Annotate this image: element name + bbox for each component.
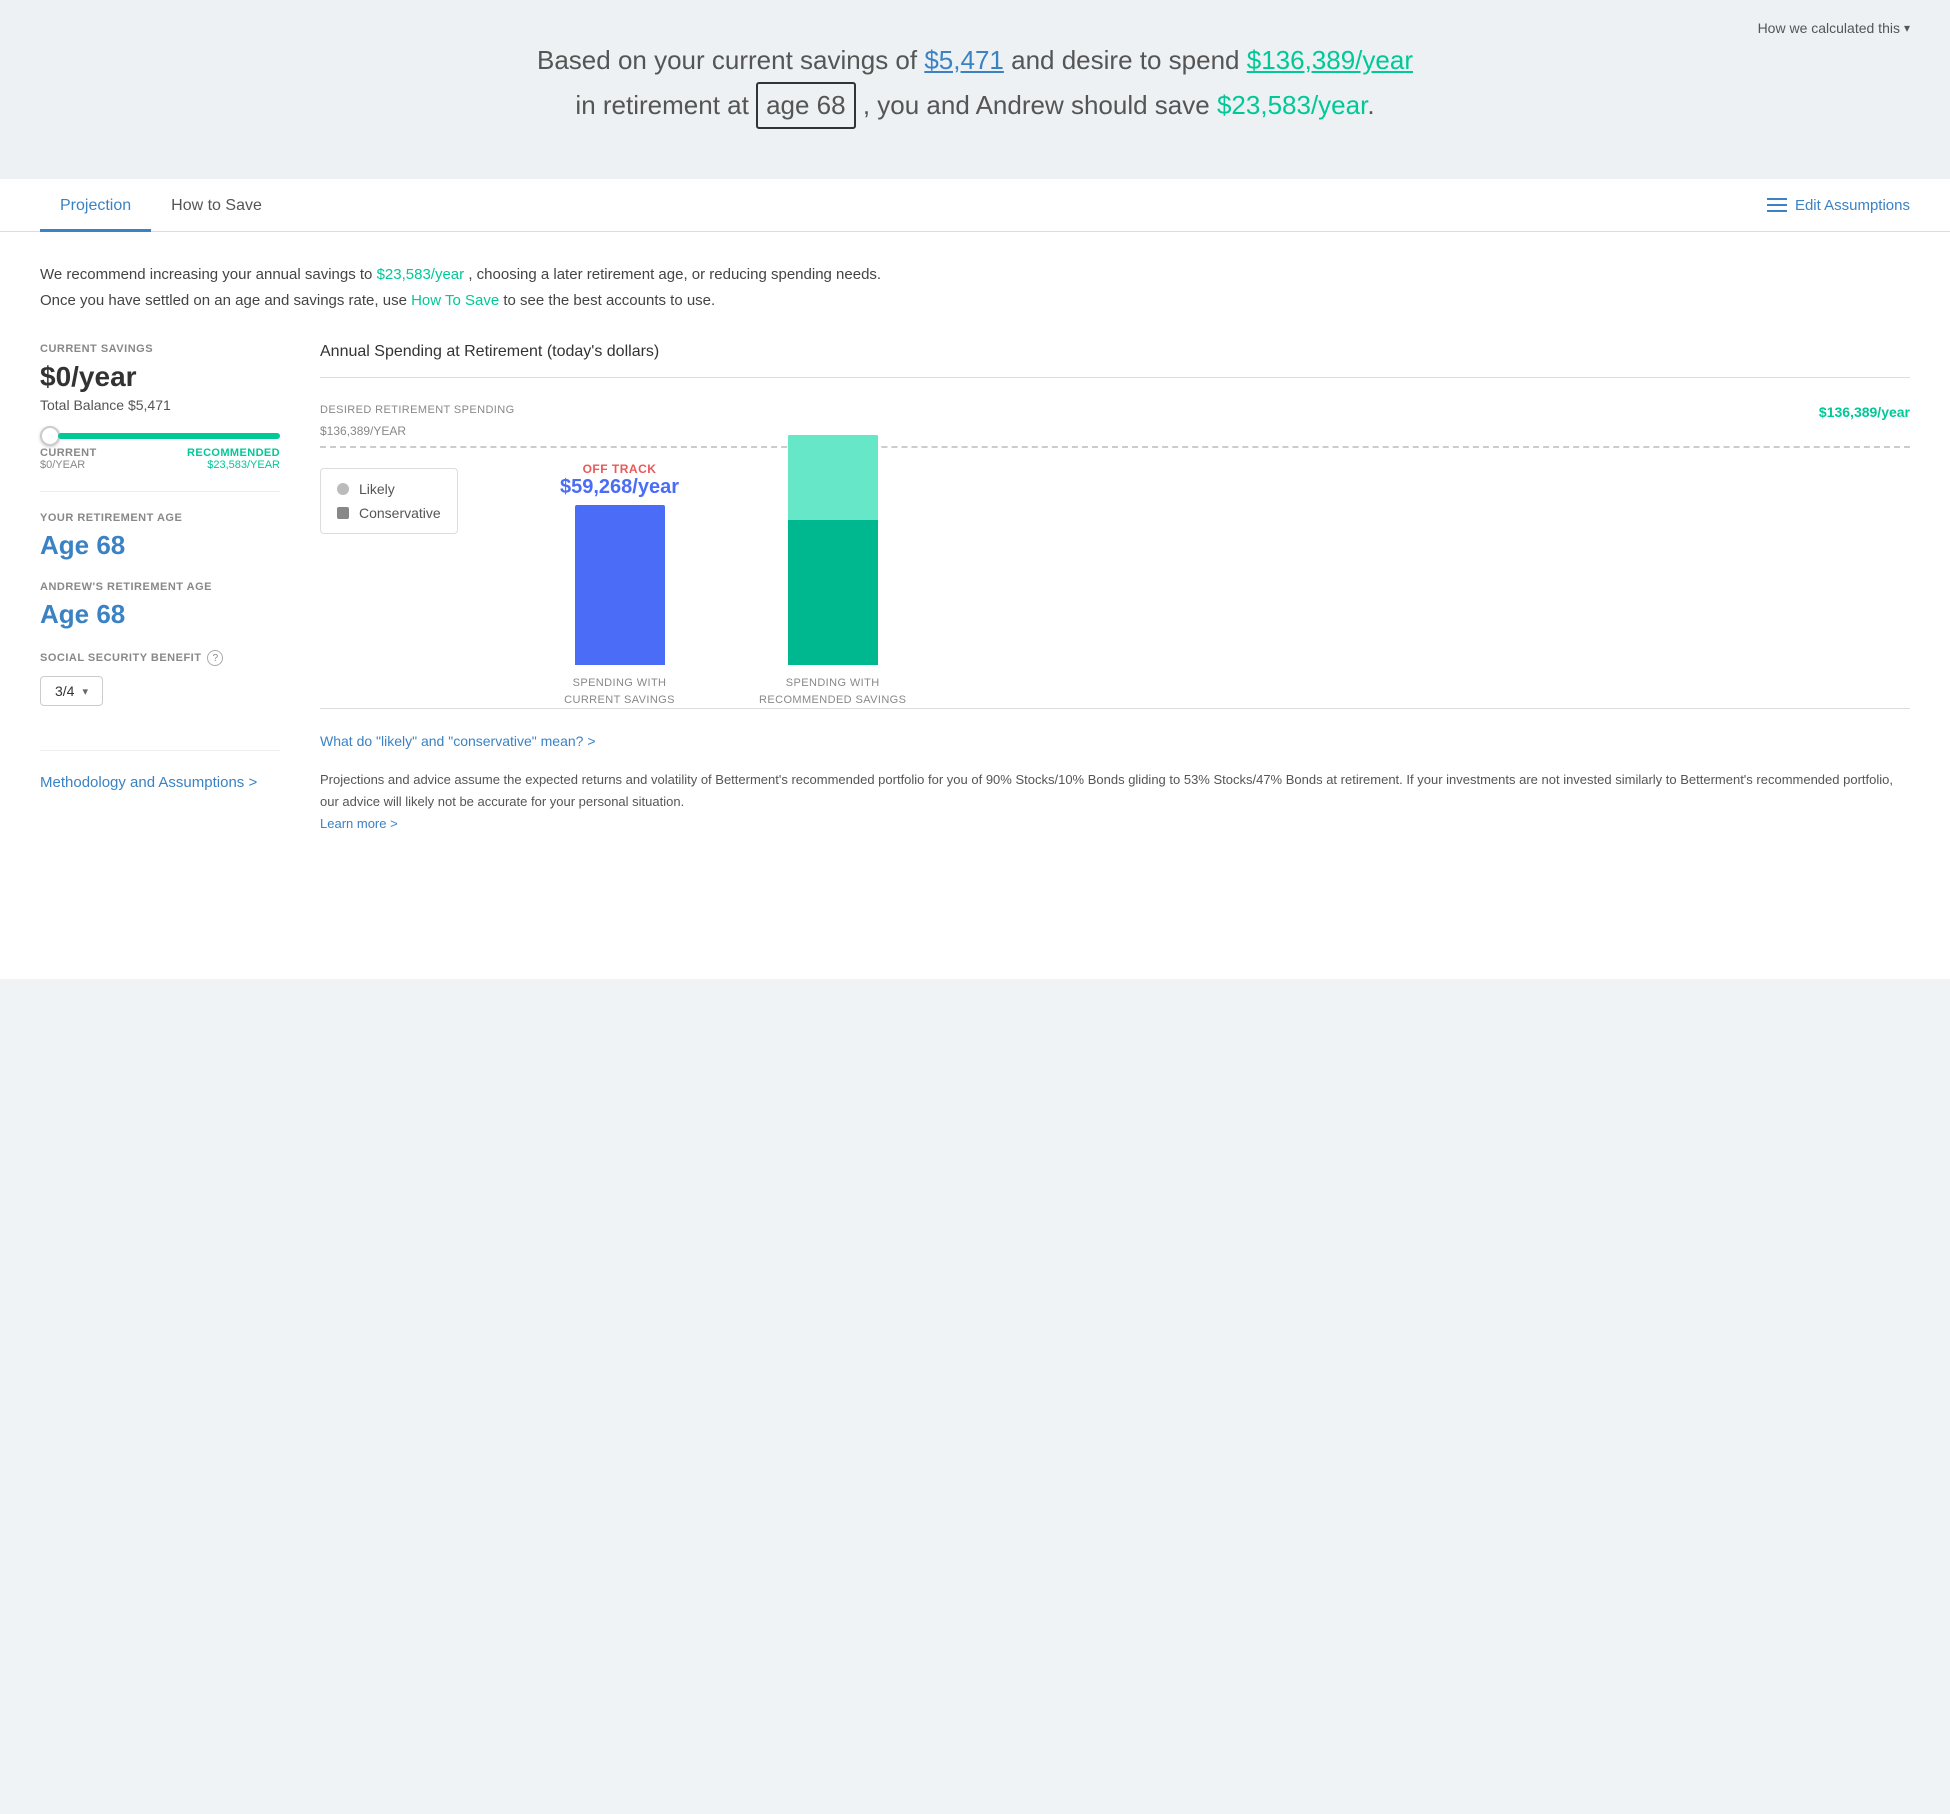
methodology-link[interactable]: Methodology and Assumptions > <box>40 771 280 795</box>
savings-amount-link[interactable]: $5,471 <box>924 45 1004 75</box>
desired-spending-label: DESIRED RETIREMENT SPENDING <box>320 404 515 416</box>
two-column-layout: CURRENT SAVINGS $0/year Total Balance $5… <box>40 343 1910 835</box>
recommended-savings-inline: $23,583/year <box>377 266 465 283</box>
ss-help-icon[interactable]: ? <box>207 650 223 666</box>
slider-current-value: $0/YEAR <box>40 459 97 471</box>
ss-benefit-label: SOCIAL SECURITY BENEFIT <box>40 652 201 664</box>
sliders-icon <box>1767 197 1787 213</box>
andrew-retirement-value[interactable]: Age 68 <box>40 599 280 630</box>
savings-slider-track[interactable] <box>40 433 280 439</box>
slider-fill <box>58 433 280 439</box>
andrew-retirement-label: ANDREW'S RETIREMENT AGE <box>40 581 280 593</box>
chart-title: Annual Spending at Retirement (today's d… <box>320 343 1910 361</box>
likely-dot-icon <box>337 483 349 495</box>
off-track-label: OFF TRACK <box>560 462 679 476</box>
tab-projection[interactable]: Projection <box>40 179 151 232</box>
main-content: Projection How to Save Edit Assumptions … <box>0 179 1950 979</box>
ss-dropdown-arrow: ▾ <box>82 685 88 698</box>
slider-recommended-value: $23,583/YEAR <box>187 459 280 471</box>
top-banner: How we calculated this ▾ Based on your c… <box>0 0 1950 179</box>
what-likely-link[interactable]: What do "likely" and "conservative" mean… <box>320 733 1910 749</box>
content-area: We recommend increasing your annual savi… <box>0 232 1950 865</box>
right-panel: Annual Spending at Retirement (today's d… <box>320 343 1910 835</box>
how-calculated-button[interactable]: How we calculated this ▾ <box>1758 20 1910 36</box>
tab-how-to-save[interactable]: How to Save <box>151 179 282 232</box>
how-to-save-inline-link[interactable]: How To Save <box>411 292 499 309</box>
recommended-bar-label1: SPENDING WITH <box>759 675 906 692</box>
projection-note: Projections and advice assume the expect… <box>320 769 1910 835</box>
recommended-savings-amount: $23,583/year <box>1217 90 1367 120</box>
current-bar-amount: $59,268/year <box>560 476 679 499</box>
slider-thumb[interactable] <box>40 426 60 446</box>
banner-text: Based on your current savings of $5,471 … <box>525 40 1425 129</box>
slider-recommended-label: RECOMMENDED <box>187 447 280 459</box>
edit-assumptions-button[interactable]: Edit Assumptions <box>1767 197 1910 214</box>
recommended-bar <box>788 435 878 665</box>
learn-more-link[interactable]: Learn more > <box>320 816 398 831</box>
chart-legend: Likely Conservative <box>320 468 458 554</box>
conservative-dot-icon <box>337 507 349 519</box>
y-axis-label: $136,389/YEAR <box>320 424 1910 438</box>
tabs-bar: Projection How to Save Edit Assumptions <box>0 179 1950 232</box>
current-savings-bar-group: OFF TRACK $59,268/year SPENDING WITH CUR… <box>560 462 679 708</box>
current-savings-label: CURRENT SAVINGS <box>40 343 280 355</box>
spend-amount-link[interactable]: $136,389/year <box>1247 45 1413 75</box>
slider-current-label: CURRENT <box>40 447 97 459</box>
recommended-savings-bar-group: SPENDING WITH RECOMMENDED SAVINGS <box>759 375 906 708</box>
slider-labels: CURRENT $0/YEAR RECOMMENDED $23,583/YEAR <box>40 447 280 471</box>
retirement-age-value[interactable]: Age 68 <box>40 530 280 561</box>
current-bar <box>575 505 665 665</box>
recommended-bar-top <box>788 435 878 520</box>
retirement-age-highlight: age 68 <box>756 82 856 130</box>
retirement-age-label: YOUR RETIREMENT AGE <box>40 512 280 524</box>
recommended-bar-label2: RECOMMENDED SAVINGS <box>759 692 906 709</box>
current-bar-label2: CURRENT SAVINGS <box>564 692 675 709</box>
left-panel: CURRENT SAVINGS $0/year Total Balance $5… <box>40 343 280 795</box>
total-balance: Total Balance $5,471 <box>40 397 280 413</box>
ss-benefit-select[interactable]: 3/4 ▾ <box>40 676 103 706</box>
chevron-down-icon: ▾ <box>1904 21 1910 35</box>
legend-conservative: Conservative <box>337 505 441 521</box>
desired-spending-value: $136,389/year <box>1819 404 1910 420</box>
current-bar-label1: SPENDING WITH <box>564 675 675 692</box>
current-savings-value: $0/year <box>40 361 280 393</box>
recommendation-text: We recommend increasing your annual savi… <box>40 262 1910 313</box>
legend-likely: Likely <box>337 481 441 497</box>
